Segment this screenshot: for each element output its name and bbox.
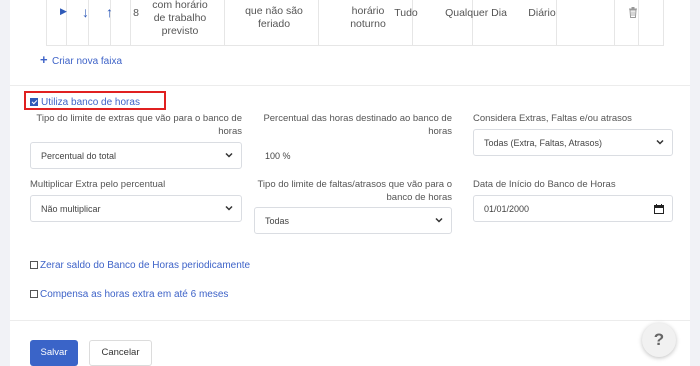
- reset-balance-checkbox[interactable]: [30, 261, 38, 269]
- consider-label: Considera Extras, Faltas e/ou atrasos: [473, 113, 632, 124]
- start-date-label: Data de Início do Banco de Horas: [473, 179, 616, 190]
- compensate-checkbox[interactable]: [30, 290, 38, 298]
- expand-icon[interactable]: ▶: [60, 6, 67, 17]
- help-button[interactable]: ?: [642, 323, 676, 357]
- limit-type-label: Tipo do limite de extras que vão para o …: [36, 113, 242, 137]
- cell-condition: com horário de trabalho previsto: [152, 0, 208, 37]
- move-down-icon[interactable]: ↓: [82, 4, 89, 20]
- chevron-down-icon: [225, 205, 233, 211]
- cell-day: Qualquer Dia: [445, 7, 507, 19]
- cell-period: Diário: [528, 7, 556, 19]
- reset-balance-label[interactable]: Zerar saldo do Banco de Horas periodicam…: [40, 260, 250, 271]
- cell-scope: Tudo: [394, 7, 418, 19]
- multiply-select[interactable]: Não multiplicar: [30, 195, 242, 222]
- divider: [10, 85, 690, 86]
- percent-input[interactable]: 100 %: [254, 142, 452, 169]
- compensate-label[interactable]: Compensa as horas extra em até 6 meses: [40, 289, 228, 300]
- cell-day-type: que não são feriado: [245, 5, 303, 30]
- chevron-down-icon: [225, 152, 233, 158]
- form-card: ▶ ↓ ↑ 8 com horário de trabalho previsto…: [10, 0, 690, 366]
- save-button[interactable]: Salvar: [30, 340, 78, 366]
- use-bank-label[interactable]: Utiliza banco de horas: [41, 97, 140, 108]
- limit-type-select[interactable]: Percentual do total: [30, 142, 242, 169]
- chevron-down-icon: [656, 139, 664, 145]
- table-row-border: [46, 45, 664, 46]
- cancel-button[interactable]: Cancelar: [89, 340, 152, 366]
- multiply-label: Multiplicar Extra pelo percentual: [30, 179, 166, 190]
- add-range-link[interactable]: Criar nova faixa: [52, 56, 122, 67]
- absence-limit-label: Tipo do limite de faltas/atrasos que vão…: [257, 179, 452, 203]
- footer-divider: [10, 320, 690, 321]
- trash-icon[interactable]: [628, 5, 638, 23]
- percent-label: Percentual das horas destinado ao banco …: [263, 113, 452, 137]
- consider-select[interactable]: Todas (Extra, Faltas, Atrasos): [473, 129, 673, 156]
- absence-limit-select[interactable]: Todas: [254, 207, 452, 234]
- calendar-icon[interactable]: [654, 204, 664, 214]
- use-bank-checkbox[interactable]: [30, 98, 38, 106]
- start-date-input[interactable]: 01/01/2000: [473, 195, 673, 222]
- chevron-down-icon: [435, 217, 443, 223]
- plus-icon[interactable]: +: [40, 53, 48, 66]
- move-up-icon[interactable]: ↑: [106, 4, 113, 20]
